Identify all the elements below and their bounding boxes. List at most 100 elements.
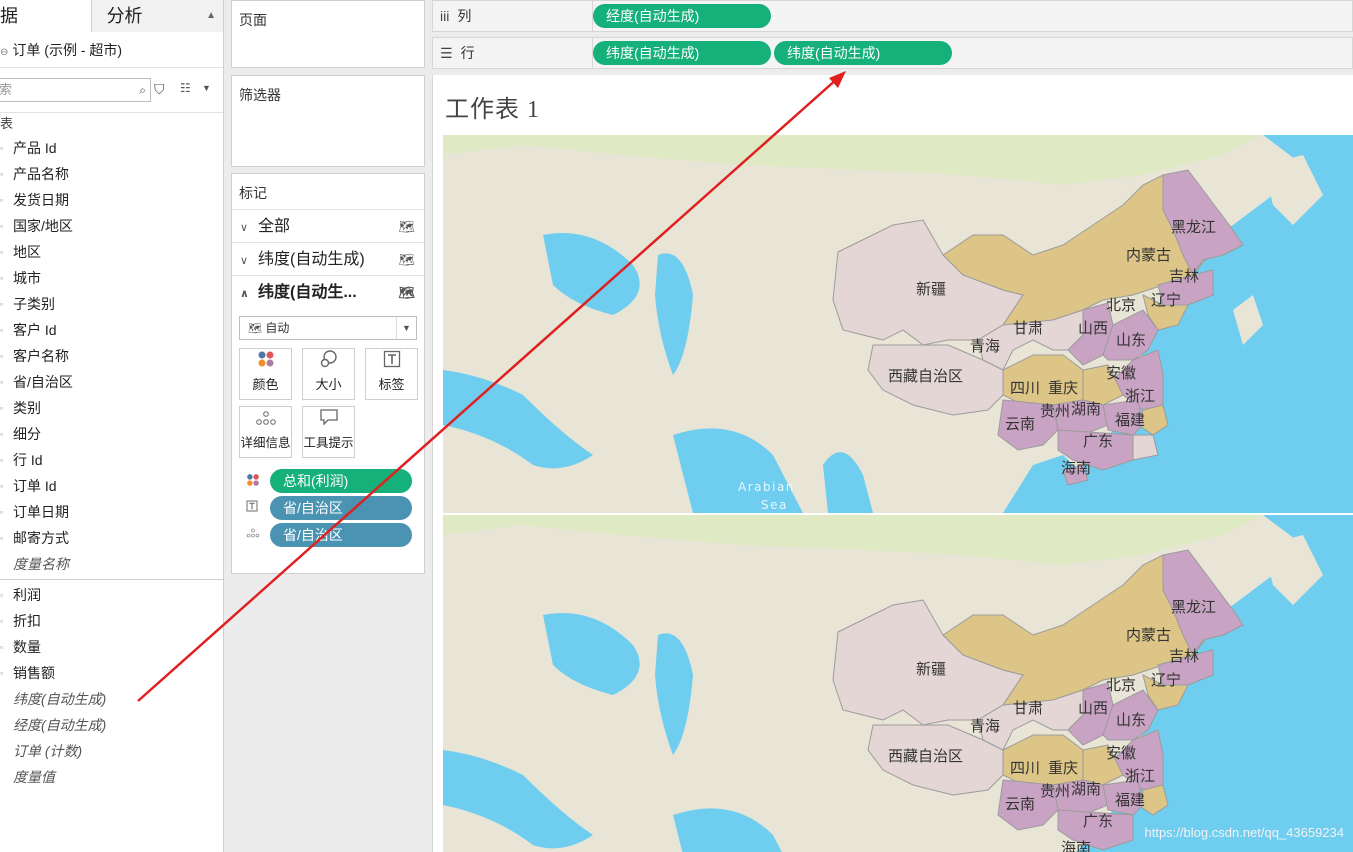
tooltip-button[interactable]: 工具提示	[302, 406, 355, 458]
marks-title: 标记	[239, 185, 267, 201]
dimension-field-9[interactable]: ▫ 省/自治区	[0, 369, 223, 395]
filters-card[interactable]: 筛选器	[231, 75, 425, 167]
province-label: 重庆	[1048, 380, 1078, 397]
tooltip-label: 工具提示	[303, 436, 354, 450]
tab-data[interactable]: 据	[0, 0, 91, 32]
dimension-field-8[interactable]: ▫ 客户名称	[0, 343, 223, 369]
marks-pill-sum-profit[interactable]: 总和(利润)	[270, 469, 412, 493]
generated-measure-field-1[interactable]: 经度(自动生成)	[0, 712, 223, 738]
dimension-field-3[interactable]: ▫ 国家/地区	[0, 213, 223, 239]
color-label: 颜色	[252, 377, 279, 392]
dimension-field-12[interactable]: ▫ 行 Id	[0, 447, 223, 473]
marks-row-latitude-2[interactable]: ∧ 纬度(自动生... 🗺	[232, 275, 424, 308]
measure-field-0[interactable]: ▫ 利润	[0, 582, 223, 608]
datasource-row[interactable]: ⊖ 订单 (示例 - 超市)	[0, 32, 223, 68]
rows-pill-latitude-1[interactable]: 纬度(自动生成)	[593, 41, 771, 65]
marks-row-all[interactable]: ∨ 全部 🗺	[232, 209, 424, 242]
generated-measure-field-3[interactable]: 度量值	[0, 764, 223, 790]
rows-shelf-label: ☰ 行	[433, 38, 593, 68]
province-label: 山东	[1116, 712, 1146, 729]
generated-measure-field-0[interactable]: 纬度(自动生成)	[0, 686, 223, 712]
dimension-field-0[interactable]: ▫ 产品 Id	[0, 135, 223, 161]
label-button[interactable]: 标签	[365, 348, 418, 400]
detail-button[interactable]: 详细信息	[239, 406, 292, 458]
province-label: 新疆	[916, 281, 946, 298]
size-button[interactable]: 大小	[302, 348, 355, 400]
field-grip-icon: ▫	[0, 481, 4, 491]
province-label: 吉林	[1169, 648, 1199, 665]
search-input[interactable]: 索 ⌕	[0, 78, 151, 102]
map-top[interactable]: 黑龙江 内蒙古 吉林 辽宁 北京 新疆 甘肃 山西 山东 青海 西藏自治区 安徽…	[443, 135, 1353, 513]
tab-analysis[interactable]: 分析 ▲	[90, 0, 223, 32]
marks-pill-province-label[interactable]: 省/自治区	[270, 496, 412, 520]
search-icon: ⌕	[139, 83, 146, 97]
field-label: 地区	[13, 244, 41, 260]
color-button[interactable]: 颜色	[239, 348, 292, 400]
dimension-field-15[interactable]: ▫ 邮寄方式	[0, 525, 223, 551]
chevron-down-icon: ▼	[396, 317, 416, 339]
filter-icon[interactable]: ⛉	[154, 81, 165, 98]
pages-title: 页面	[239, 12, 267, 28]
field-label: 城市	[13, 270, 41, 286]
field-grip-icon: ▫	[0, 668, 4, 678]
measure-field-2[interactable]: ▫ 数量	[0, 634, 223, 660]
tab-analysis-label: 分析	[106, 6, 143, 26]
marks-pill-row-label: 省/自治区	[246, 496, 414, 520]
pages-card[interactable]: 页面	[231, 0, 425, 68]
field-label: 行 Id	[13, 452, 43, 468]
marks-pill-row-color: 总和(利润)	[246, 469, 414, 493]
map-bottom[interactable]: 黑龙江 内蒙古 吉林 辽宁 北京 新疆 甘肃 山西 山东 青海 西藏自治区 安徽…	[443, 515, 1353, 852]
dimension-field-13[interactable]: ▫ 订单 Id	[0, 473, 223, 499]
dimension-field-1[interactable]: ▫ 产品名称	[0, 161, 223, 187]
rows-shelf[interactable]: ☰ 行 纬度(自动生成) 纬度(自动生成)	[432, 37, 1353, 69]
marks-pill-province-detail[interactable]: 省/自治区	[270, 523, 412, 547]
field-label: 利润	[13, 587, 41, 603]
province-label: 浙江	[1125, 388, 1155, 405]
province-label: 甘肃	[1013, 320, 1043, 337]
measure-field-1[interactable]: ▫ 折扣	[0, 608, 223, 634]
search-row: 索 ⌕ ⛉ ☷ ▼	[0, 68, 223, 113]
field-grip-icon: ▫	[0, 455, 4, 465]
field-label: 度量名称	[13, 556, 69, 572]
dimensions-list: ▫ 产品 Id ▫ 产品名称 ▫ 发货日期 ▫ 国家/地区 ▫ 地区 ▫ 城市 ▫ 子类别 ▫ 客户 Id ▫ 客…	[0, 135, 223, 551]
columns-pill-longitude[interactable]: 经度(自动生成)	[593, 4, 771, 28]
sort-icon[interactable]: ▲	[206, 0, 216, 32]
field-label: 纬度(自动生成)	[13, 691, 107, 707]
tooltip-icon	[303, 407, 354, 433]
datasource-icon: ⊖	[0, 47, 9, 58]
field-grip-icon: ▫	[0, 247, 4, 257]
dimensions-header: 表	[0, 116, 14, 131]
field-label: 订单日期	[13, 504, 69, 520]
generated-measure-field-2[interactable]: 订单 (计数)	[0, 738, 223, 764]
chevron-down-icon[interactable]: ▼	[202, 83, 211, 93]
dimension-field-10[interactable]: ▫ 类别	[0, 395, 223, 421]
field-measure-names[interactable]: 度量名称	[0, 551, 223, 577]
dimension-field-11[interactable]: ▫ 细分	[0, 421, 223, 447]
measure-field-3[interactable]: ▫ 销售额	[0, 660, 223, 686]
rows-icon: ☰	[440, 45, 453, 61]
dimension-field-5[interactable]: ▫ 城市	[0, 265, 223, 291]
dimension-field-7[interactable]: ▫ 客户 Id	[0, 317, 223, 343]
mark-type-select[interactable]: 🗺 自动 ▼	[239, 316, 417, 340]
mark-type-value: 自动	[265, 321, 290, 335]
field-label: 折扣	[13, 613, 41, 629]
province-label: 辽宁	[1151, 672, 1181, 689]
field-label: 销售额	[13, 665, 55, 681]
field-grip-icon: ▫	[0, 325, 4, 335]
columns-shelf[interactable]: iii 列 经度(自动生成)	[432, 0, 1353, 32]
dimension-field-4[interactable]: ▫ 地区	[0, 239, 223, 265]
dimension-field-6[interactable]: ▫ 子类别	[0, 291, 223, 317]
province-label: 海南	[1061, 460, 1091, 477]
dimension-field-2[interactable]: ▫ 发货日期	[0, 187, 223, 213]
dimension-field-14[interactable]: ▫ 订单日期	[0, 499, 223, 525]
field-label: 产品 Id	[13, 140, 57, 156]
field-label: 国家/地区	[13, 218, 73, 234]
map-icon: 🗺	[398, 252, 415, 267]
field-label: 客户 Id	[13, 322, 57, 338]
field-label: 细分	[13, 426, 41, 442]
rows-label-text: 行	[460, 45, 475, 61]
chevron-up-icon: ∧	[240, 288, 249, 300]
list-view-icon[interactable]: ☷	[180, 81, 191, 95]
marks-row-latitude-1[interactable]: ∨ 纬度(自动生成) 🗺	[232, 242, 424, 275]
rows-pill-latitude-2[interactable]: 纬度(自动生成)	[774, 41, 952, 65]
